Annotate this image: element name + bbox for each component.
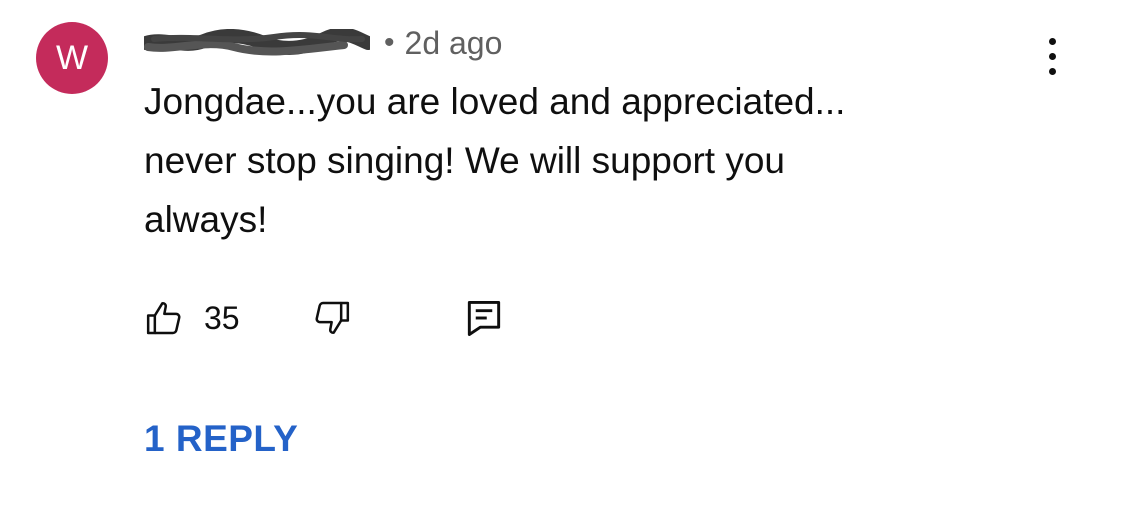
- avatar[interactable]: W: [36, 22, 108, 94]
- thumbs-down-icon: [315, 301, 350, 334]
- reply-button[interactable]: [462, 294, 506, 342]
- comment-text: Jongdae...you are loved and appreciated.…: [144, 81, 846, 240]
- separator-dot: •: [384, 26, 395, 59]
- comment-reply-icon: [467, 300, 501, 336]
- thumbs-up-icon: [146, 302, 181, 335]
- redaction-scribble: [144, 29, 370, 56]
- comment-header: • 2d ago: [144, 20, 502, 66]
- more-vertical-icon-dot: [1048, 52, 1056, 60]
- dislike-button[interactable]: [312, 294, 352, 342]
- more-options-button[interactable]: [1028, 28, 1076, 84]
- more-vertical-icon-dot: [1048, 67, 1056, 75]
- timestamp[interactable]: 2d ago: [405, 25, 503, 62]
- username-redacted[interactable]: [144, 29, 370, 57]
- view-replies-link[interactable]: 1 REPLY: [144, 418, 298, 460]
- like-button[interactable]: 35: [144, 294, 240, 342]
- like-count: 35: [204, 299, 240, 336]
- more-vertical-icon: [1048, 37, 1056, 45]
